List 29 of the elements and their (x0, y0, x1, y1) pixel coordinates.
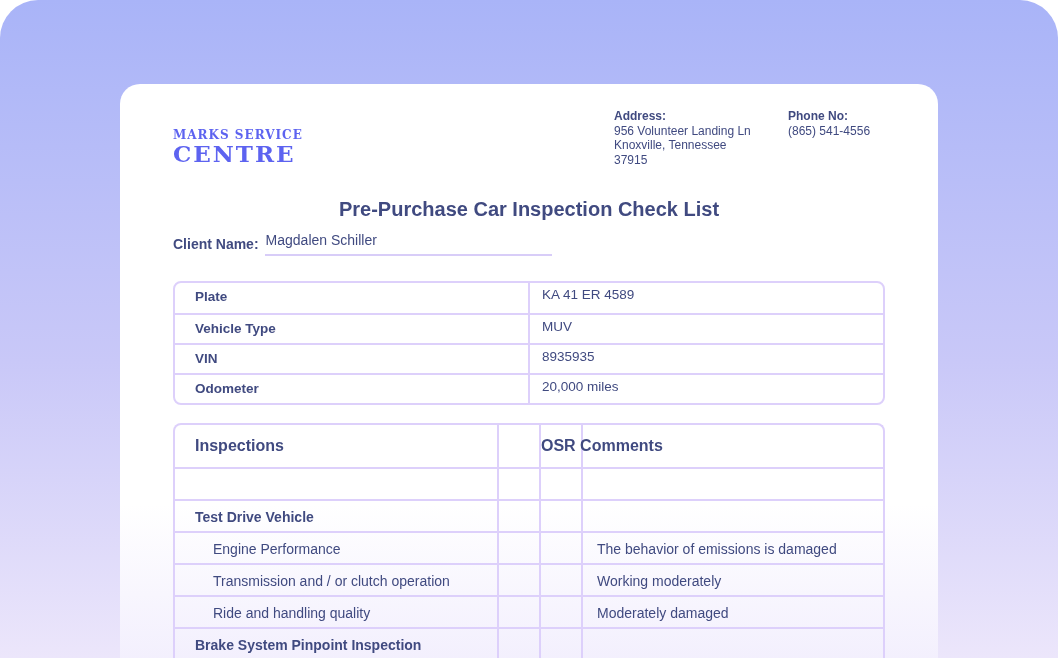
logo-text: CENTRE (173, 142, 296, 166)
column-header: OSR Comments (541, 437, 663, 455)
inspection-item: Transmission and / or clutch operation (175, 563, 497, 595)
table-cell: 8935935 (530, 343, 883, 373)
table-cell-text: KA 41 ER 4589 (541, 286, 636, 304)
address-line: Knoxville, Tennessee (614, 138, 727, 153)
table-cell: 20,000 miles (530, 373, 883, 403)
table-cell: VIN (175, 343, 530, 373)
comment-cell: Working moderately (581, 563, 883, 595)
document-title: Pre-Purchase Car Inspection Check List (337, 198, 721, 222)
comment-cell: Moderately damaged (581, 595, 883, 627)
section-heading: Brake System Pinpoint Inspection (175, 627, 497, 658)
table-cell: Vehicle Type (175, 313, 530, 343)
phone-label: Phone No: (788, 109, 848, 124)
column-header: Inspections (194, 436, 285, 456)
inspection-item: Ride and handling quality (175, 595, 497, 627)
client-name-label: Client Name: (173, 236, 259, 252)
address-label: Address: (614, 109, 666, 124)
address-line: 37915 (614, 152, 648, 167)
table-cell: Odometer (175, 373, 530, 403)
table-cell: Plate (175, 283, 530, 313)
section-heading: Test Drive Vehicle (175, 499, 497, 531)
comment-cell: The behavior of emissions is damaged (581, 531, 883, 563)
client-name-field[interactable]: Magdalen Schiller (264, 232, 552, 256)
address-line: 956 Volunteer Landing Ln (614, 123, 751, 138)
table-cell: MUV (530, 313, 883, 343)
logo-text: MARKS SERVICE (173, 128, 303, 142)
inspection-item: Engine Performance (175, 531, 497, 563)
phone-number: (865) 541-4556 (788, 123, 871, 138)
